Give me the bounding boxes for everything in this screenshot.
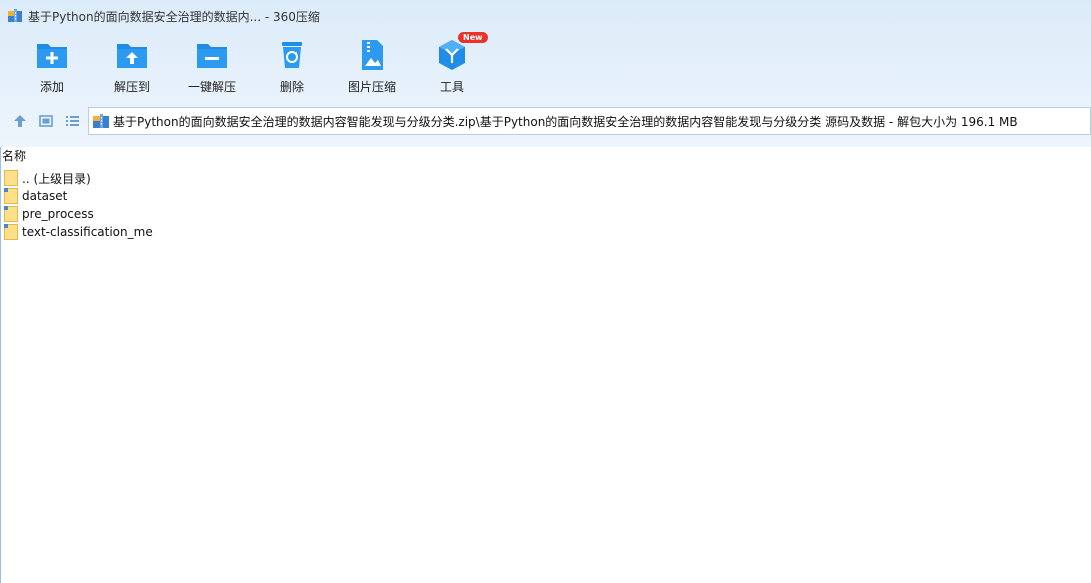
- tools-button[interactable]: New 工具: [416, 32, 488, 100]
- title-bar[interactable]: 基于Python的面向数据安全治理的数据内... - 360压缩: [0, 0, 1091, 32]
- address-row: 基于Python的面向数据安全治理的数据内容智能发现与分级分类.zip\基于Py…: [0, 106, 1091, 136]
- up-arrow-icon[interactable]: [11, 112, 29, 130]
- list-item[interactable]: dataset: [4, 187, 67, 205]
- archive-icon: [93, 114, 109, 128]
- folder-up-icon: [4, 170, 18, 186]
- folder-minus-icon: [197, 44, 227, 68]
- app-logo-icon: [8, 9, 22, 23]
- folder-icon: [4, 206, 18, 222]
- list-item[interactable]: .. (上级目录): [4, 169, 91, 187]
- add-label: 添加: [39, 80, 64, 94]
- delete-label: 删除: [279, 80, 304, 94]
- item-name: pre_process: [22, 207, 94, 221]
- list-item[interactable]: text-classification_me: [4, 223, 153, 241]
- image-compress-button[interactable]: 图片压缩: [336, 36, 408, 100]
- main-toolbar: 添加 解压到 一键解压 删除 图片压缩 New 工具: [0, 32, 1091, 100]
- delete-button[interactable]: 删除: [256, 36, 328, 100]
- new-badge: New: [458, 32, 488, 43]
- column-header-name[interactable]: 名称: [1, 147, 26, 165]
- folder-extract-icon: [117, 44, 147, 68]
- extract-to-button[interactable]: 解压到: [96, 36, 168, 100]
- address-path: 基于Python的面向数据安全治理的数据内容智能发现与分级分类.zip\基于Py…: [113, 114, 1018, 129]
- one-click-extract-button[interactable]: 一键解压: [176, 36, 248, 100]
- folder-icon: [4, 224, 18, 240]
- image-compress-label: 图片压缩: [347, 80, 396, 94]
- list-view-icon[interactable]: [63, 112, 81, 130]
- tools-cube-icon: [439, 40, 465, 70]
- folder-add-icon: [37, 44, 67, 68]
- address-bar[interactable]: 基于Python的面向数据安全治理的数据内容智能发现与分级分类.zip\基于Py…: [88, 107, 1091, 135]
- item-name: .. (上级目录): [22, 171, 91, 186]
- thumbnail-view-icon[interactable]: [37, 112, 55, 130]
- recycle-bin-icon: [282, 42, 302, 68]
- tools-label: 工具: [439, 80, 464, 94]
- extract-to-label: 解压到: [113, 80, 150, 94]
- folder-icon: [4, 188, 18, 204]
- list-item[interactable]: pre_process: [4, 205, 94, 223]
- item-name: dataset: [22, 189, 68, 203]
- window-chrome: 基于Python的面向数据安全治理的数据内... - 360压缩 添加 解压到: [0, 0, 1091, 147]
- add-button[interactable]: 添加: [16, 36, 88, 100]
- window-title: 基于Python的面向数据安全治理的数据内... - 360压缩: [28, 9, 320, 24]
- one-click-extract-label: 一键解压: [187, 80, 236, 94]
- item-name: text-classification_me: [22, 225, 153, 239]
- image-zip-icon: [362, 40, 383, 70]
- file-list: 名称 .. (上级目录) dataset pre_process text-cl…: [0, 147, 1091, 583]
